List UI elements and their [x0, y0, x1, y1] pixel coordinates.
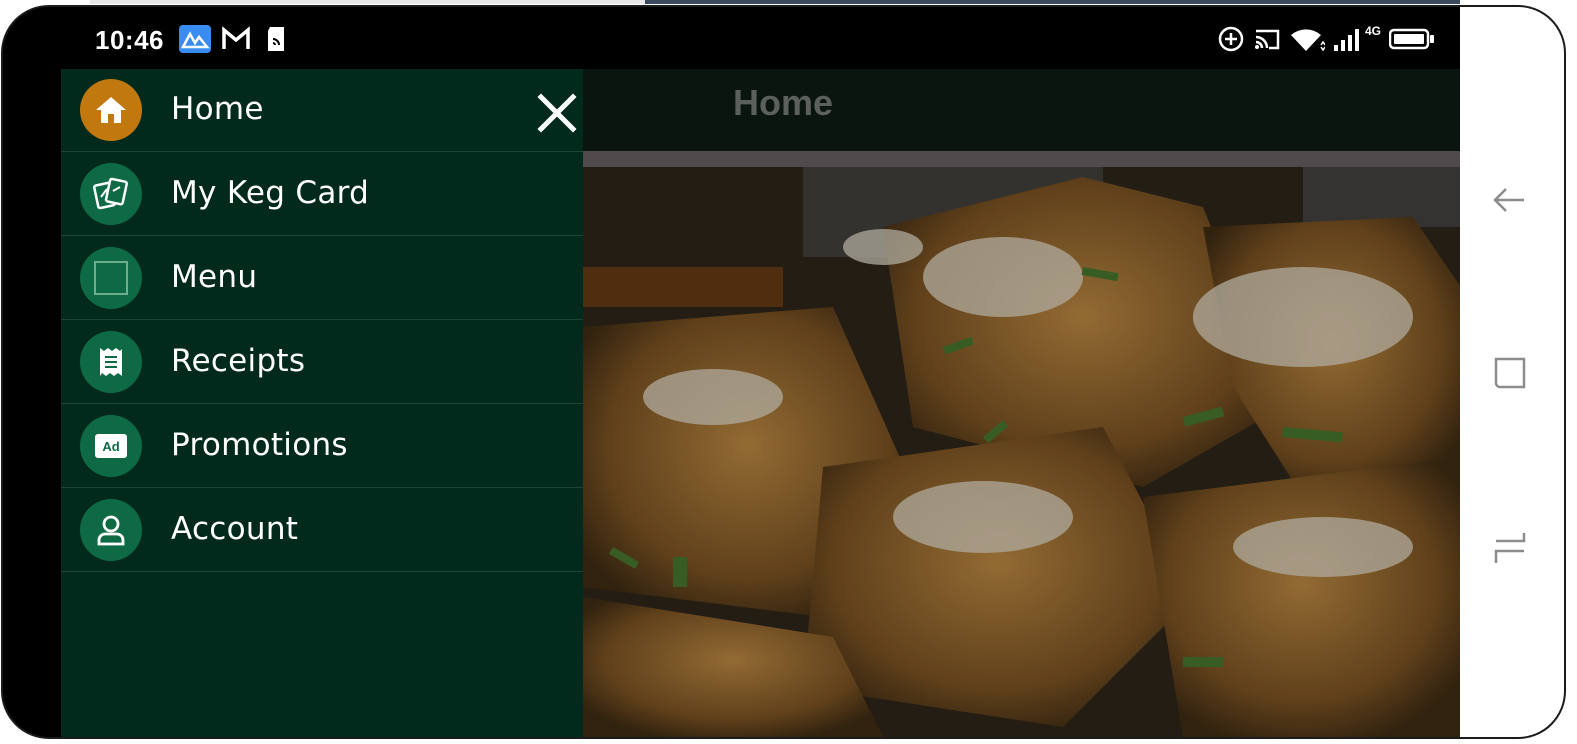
account-icon	[80, 499, 142, 561]
navigation-drawer: Home My Keg Card Menu Receipts Ad Promot…	[61, 69, 583, 737]
maps-app-icon	[179, 25, 211, 53]
drawer-item-home[interactable]: Home	[61, 69, 583, 152]
signal-icon	[1334, 29, 1359, 51]
drawer-item-label: Menu	[171, 259, 258, 295]
drawer-item-label: Promotions	[171, 427, 348, 463]
drawer-item-account[interactable]: Account	[61, 489, 583, 572]
home-square-icon[interactable]	[1490, 353, 1530, 393]
drawer-item-my-keg-card[interactable]: My Keg Card	[61, 153, 583, 236]
drawer-item-receipts[interactable]: Receipts	[61, 321, 583, 404]
close-icon[interactable]	[535, 91, 579, 135]
drawer-item-label: Account	[171, 511, 299, 547]
battery-icon	[1389, 28, 1434, 50]
sd-card-icon	[268, 27, 284, 51]
menu-square-icon	[80, 247, 142, 309]
wifi-icon	[1291, 29, 1325, 52]
phone-frame: 10:46 4G Home Home My Keg Card Menu Rece…	[1, 5, 1566, 739]
svg-text:Ad: Ad	[102, 439, 119, 454]
recents-icon[interactable]	[1490, 527, 1530, 567]
top-edge-strip	[645, 0, 1460, 4]
data-saver-icon	[1218, 26, 1244, 52]
drawer-item-label: Home	[171, 91, 264, 127]
keg-card-icon	[80, 163, 142, 225]
network-type-label: 4G	[1365, 24, 1382, 38]
cast-icon	[1255, 29, 1280, 50]
drawer-item-menu[interactable]: Menu	[61, 237, 583, 320]
hero-food-image	[583, 167, 1461, 737]
app-divider	[583, 151, 1461, 167]
drawer-item-label: Receipts	[171, 343, 306, 379]
status-bar: 10:46 4G	[3, 7, 1461, 69]
home-icon	[80, 79, 142, 141]
gmail-icon	[222, 26, 250, 49]
drawer-item-promotions[interactable]: Ad Promotions	[61, 405, 583, 488]
page-title: Home	[733, 82, 834, 123]
receipt-icon	[80, 331, 142, 393]
back-icon[interactable]	[1490, 180, 1530, 220]
screen: 10:46 4G Home Home My Keg Card Menu Rece…	[3, 7, 1461, 737]
ad-icon: Ad	[80, 415, 142, 477]
drawer-item-label: My Keg Card	[171, 175, 370, 211]
top-edge-strip	[90, 0, 645, 4]
system-nav-bar	[1460, 7, 1564, 737]
status-time: 10:46	[95, 25, 164, 55]
